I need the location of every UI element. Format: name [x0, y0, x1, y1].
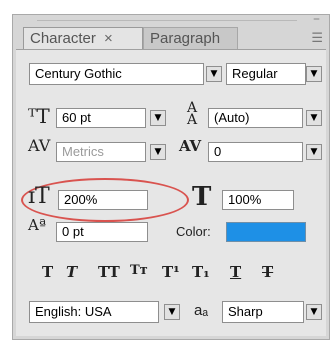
antialias-dropdown-icon[interactable]: ▼	[306, 304, 322, 320]
strikethrough-button[interactable]: T	[262, 263, 273, 281]
horizontal-scale-field[interactable]: 100%	[222, 190, 294, 210]
horizontal-scale-icon: T	[192, 182, 212, 212]
leading-dropdown-icon[interactable]: ▼	[306, 110, 322, 126]
tab-paragraph-label: Paragraph	[150, 30, 221, 47]
panel-menu-icon[interactable]: ☰	[311, 31, 323, 46]
language-field[interactable]: English: USA	[29, 301, 159, 323]
tracking-field[interactable]: 0	[208, 142, 303, 162]
font-size-icon: ᵀT	[28, 104, 50, 128]
faux-bold-button[interactable]: T	[42, 263, 53, 281]
baseline-shift-field[interactable]: 0 pt	[56, 222, 148, 242]
tracking-dropdown-icon[interactable]: ▼	[306, 144, 322, 160]
small-caps-button[interactable]: Tт	[130, 263, 148, 278]
color-label: Color:	[176, 224, 211, 239]
language-dropdown-icon[interactable]: ▼	[164, 304, 180, 320]
close-icon[interactable]: ×	[104, 30, 113, 47]
kerning-field[interactable]: Metrics	[56, 142, 146, 162]
character-panel: – Character × Paragraph ☰ Century Gothic…	[12, 11, 330, 340]
panel-title-bar	[37, 20, 297, 21]
antialias-icon: aₐ	[194, 302, 208, 319]
kerning-icon: AV	[28, 136, 51, 155]
vertical-scale-icon: ɪT	[28, 184, 50, 209]
font-family-field[interactable]: Century Gothic	[29, 63, 204, 85]
underline-button[interactable]: T	[230, 263, 241, 281]
font-style-field[interactable]: Regular	[226, 63, 306, 85]
leading-icon: AA	[186, 100, 198, 128]
leading-field[interactable]: (Auto)	[208, 108, 303, 128]
tab-bar: Character × Paragraph ☰	[23, 27, 323, 49]
faux-italic-button[interactable]: T	[66, 263, 77, 281]
color-swatch[interactable]	[226, 222, 306, 242]
kerning-dropdown-icon[interactable]: ▼	[150, 144, 166, 160]
character-settings: Century Gothic ▼ Regular ▼ ᵀT 60 pt ▼ AA…	[16, 49, 326, 336]
tab-paragraph[interactable]: Paragraph	[143, 27, 238, 49]
vertical-scale-field[interactable]: 200%	[58, 190, 148, 210]
all-caps-button[interactable]: TT	[98, 263, 120, 281]
subscript-button[interactable]: T₁	[192, 263, 210, 281]
font-size-field[interactable]: 60 pt	[56, 108, 146, 128]
font-size-dropdown-icon[interactable]: ▼	[150, 110, 166, 126]
baseline-shift-icon: Aª	[28, 216, 46, 234]
tab-character-label: Character	[30, 30, 96, 47]
tab-character[interactable]: Character ×	[23, 27, 143, 49]
antialias-field[interactable]: Sharp	[222, 301, 304, 323]
minimize-icon[interactable]: –	[313, 11, 320, 27]
tracking-icon: AV	[179, 137, 202, 155]
font-family-dropdown-icon[interactable]: ▼	[206, 66, 222, 82]
superscript-button[interactable]: T¹	[162, 263, 180, 281]
font-style-dropdown-icon[interactable]: ▼	[306, 66, 322, 82]
